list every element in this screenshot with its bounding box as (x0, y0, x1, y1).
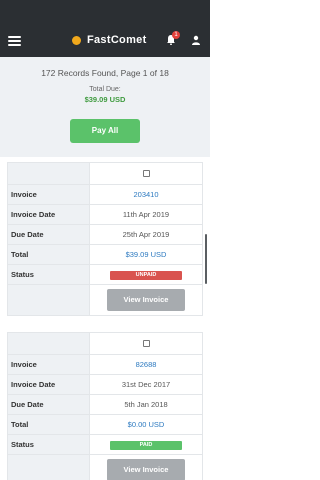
top-navbar: FastComet 1 (0, 0, 210, 57)
invoice-select-checkbox[interactable] (142, 340, 150, 347)
brand-logo[interactable]: FastComet (72, 34, 147, 46)
invoice-date-label: Invoice Date (8, 205, 90, 224)
invoice-date-value: 31st Dec 2017 (121, 380, 171, 389)
due-date-value: 5th Jan 2018 (124, 400, 168, 409)
invoice-date-row: Invoice Date 31st Dec 2017 (8, 375, 202, 395)
notification-count-badge: 1 (172, 31, 180, 39)
user-account-icon[interactable] (191, 35, 201, 45)
hamburger-menu-icon[interactable] (8, 36, 21, 46)
status-row: Status UNPAID (8, 265, 202, 285)
invoice-select-checkbox[interactable] (142, 170, 150, 177)
view-invoice-button[interactable]: View Invoice (107, 459, 185, 480)
view-invoice-row: View Invoice (8, 455, 202, 480)
total-row: Total $0.00 USD (8, 415, 202, 435)
invoices-summary: 172 Records Found, Page 1 of 18 Total Du… (0, 57, 210, 157)
total-value: $0.00 USD (127, 420, 165, 429)
invoice-date-row: Invoice Date 11th Apr 2019 (8, 205, 202, 225)
view-invoice-button[interactable]: View Invoice (107, 289, 185, 311)
invoice-number-link[interactable]: 82688 (90, 355, 202, 374)
records-count-text: 172 Records Found, Page 1 of 18 (41, 68, 169, 78)
total-row: Total $39.09 USD (8, 245, 202, 265)
page-scrollbar[interactable] (205, 234, 207, 284)
total-label: Total (8, 245, 90, 264)
invoice-card-header (8, 333, 202, 355)
status-badge: PAID (110, 440, 182, 450)
status-label: Status (8, 265, 90, 284)
invoice-label: Invoice (8, 185, 90, 204)
status-label: Status (8, 435, 90, 454)
invoice-card: Invoice 203410 Invoice Date 11th Apr 201… (7, 162, 203, 316)
total-due-amount: $39.09 USD (84, 95, 126, 104)
brand-name: FastComet (87, 34, 147, 46)
total-label: Total (8, 415, 90, 434)
invoice-row: Invoice 82688 (8, 355, 202, 375)
total-value: $39.09 USD (125, 250, 167, 259)
status-row: Status PAID (8, 435, 202, 455)
invoice-label: Invoice (8, 355, 90, 374)
invoice-number-link[interactable]: 203410 (90, 185, 202, 204)
view-invoice-row: View Invoice (8, 285, 202, 315)
invoice-card: Invoice 82688 Invoice Date 31st Dec 2017… (7, 332, 203, 480)
invoice-date-label: Invoice Date (8, 375, 90, 394)
due-date-value: 25th Apr 2019 (122, 230, 170, 239)
invoice-row: Invoice 203410 (8, 185, 202, 205)
total-due-label: Total Due: (89, 86, 121, 93)
status-badge: UNPAID (110, 270, 182, 280)
invoice-date-value: 11th Apr 2019 (122, 210, 170, 219)
fastcomet-logo-icon (72, 35, 81, 45)
due-date-row: Due Date 25th Apr 2019 (8, 225, 202, 245)
due-date-row: Due Date 5th Jan 2018 (8, 395, 202, 415)
due-date-label: Due Date (8, 225, 90, 244)
pay-all-button[interactable]: Pay All (70, 119, 140, 143)
invoice-card-header (8, 163, 202, 185)
due-date-label: Due Date (8, 395, 90, 414)
